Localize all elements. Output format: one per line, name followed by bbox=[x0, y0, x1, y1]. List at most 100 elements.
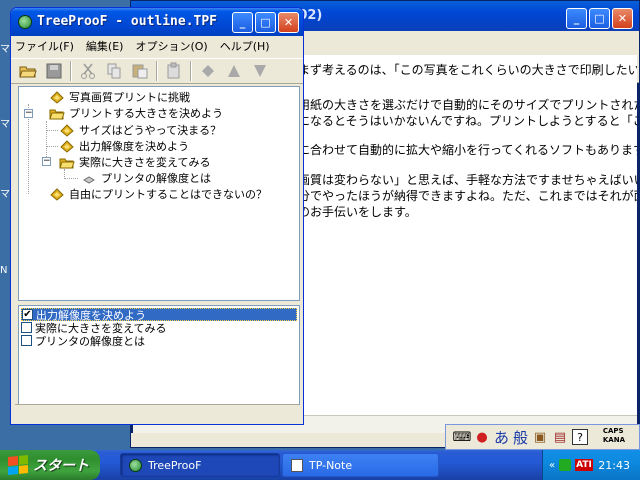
properties-button[interactable] bbox=[161, 60, 187, 82]
tree-node-label: 実際に大きさを変えてみる bbox=[79, 156, 211, 169]
collapse-toggle[interactable]: − bbox=[42, 157, 51, 166]
cut-button[interactable] bbox=[75, 60, 101, 82]
caps-label: CAPS bbox=[602, 427, 624, 435]
tree-node[interactable]: 出力解像度を決めよう bbox=[59, 138, 191, 154]
move-down-button[interactable] bbox=[247, 60, 273, 82]
windows-logo-icon bbox=[8, 454, 28, 476]
tray-app-icon[interactable] bbox=[559, 459, 572, 471]
treeproof-titlebar[interactable]: TreeProoF - outline.TPF _ □ ✕ bbox=[11, 8, 303, 36]
dictionary-icon[interactable]: ▣ bbox=[532, 429, 548, 445]
outline-tree[interactable]: − − 写真画質プリントに挑戦 プリントする大きさを決めよう サイズはどうやって… bbox=[18, 86, 300, 301]
start-label: スタート bbox=[33, 458, 89, 474]
app-icon[interactable] bbox=[18, 15, 32, 29]
editor-line: のお手伝いをします。 bbox=[298, 205, 417, 219]
close-button[interactable]: ✕ bbox=[278, 12, 299, 33]
maximize-icon: □ bbox=[260, 16, 271, 29]
folded-note-icon bbox=[60, 124, 74, 137]
check-item-label: プリンタの解像度とは bbox=[35, 334, 145, 348]
clock[interactable]: 21:43 bbox=[598, 459, 630, 472]
tree-connector bbox=[46, 146, 58, 147]
input-mode-button[interactable]: あ bbox=[494, 427, 509, 448]
ime-language-bar[interactable]: ⌨ ● あ 般 ▣ ▤ ? CAPS KANA bbox=[445, 424, 640, 450]
triangle-down-icon bbox=[254, 65, 266, 77]
checkbox[interactable]: ✔ bbox=[22, 309, 33, 320]
taskbar-button-label: TreeProoF bbox=[148, 458, 202, 472]
ime-palette-icon[interactable]: ● bbox=[474, 429, 490, 445]
caps-kana-indicator: CAPS KANA bbox=[603, 427, 625, 445]
taskbar-button-treeproof[interactable]: TreeProoF bbox=[120, 453, 280, 477]
check-list-item[interactable]: プリンタの解像度とは bbox=[21, 334, 297, 348]
minimize-button[interactable]: _ bbox=[566, 8, 587, 29]
open-folder-icon bbox=[19, 66, 37, 78]
window-title: TreeProoF - outline.TPF bbox=[37, 14, 218, 29]
toolbar-separator bbox=[190, 61, 192, 81]
tree-node[interactable]: プリントする大きさを決めよう bbox=[49, 105, 225, 121]
menu-edit[interactable]: 編集(E) bbox=[86, 38, 124, 54]
tree-node-label: サイズはどうやって決まる？ bbox=[79, 124, 222, 137]
editor-line: 画質は変わらない」と思えば、手軽な方法ですませちゃえばいい bbox=[298, 173, 637, 187]
start-button[interactable]: スタート bbox=[0, 450, 100, 480]
open-folder-icon bbox=[59, 158, 75, 169]
paste-icon bbox=[132, 64, 148, 79]
taskbar: スタート TreeProoF TP-Note « ATI 21:43 bbox=[0, 450, 640, 480]
tree-node[interactable]: 写真画質プリントに挑戦 bbox=[49, 89, 192, 105]
ati-icon[interactable]: ATI bbox=[575, 459, 593, 471]
editor-line: に合わせて自動的に拡大や縮小を行ってくれるソフトもあります bbox=[298, 143, 637, 157]
checkbox[interactable] bbox=[21, 322, 32, 333]
tree-node-label: 出力解像度を決めよう bbox=[79, 140, 189, 153]
keyboard-icon[interactable]: ⌨ bbox=[453, 429, 472, 445]
tree-node-label: プリントする大きさを決めよう bbox=[69, 107, 223, 120]
diamond-button[interactable] bbox=[195, 60, 221, 82]
editor-line: 分でやったほうが納得できますよね。ただ、これまではそれが面 bbox=[298, 189, 637, 203]
minimize-icon: _ bbox=[573, 12, 580, 25]
copy-button[interactable] bbox=[101, 60, 127, 82]
toolbar bbox=[11, 58, 303, 84]
close-button[interactable]: ✕ bbox=[612, 8, 633, 29]
system-tray: « ATI 21:43 bbox=[542, 450, 640, 480]
maximize-button[interactable]: □ bbox=[589, 8, 610, 29]
save-icon bbox=[46, 63, 62, 79]
menu-file[interactable]: ファイル(F) bbox=[15, 38, 74, 54]
open-button[interactable] bbox=[15, 60, 41, 82]
editor-line: 用紙の大きさを選ぶだけで自動的にそのサイズでプリントされた bbox=[298, 98, 637, 112]
desktop-edge-mark: マ bbox=[0, 44, 10, 55]
tree-node-label: プリンタの解像度とは bbox=[101, 172, 211, 185]
tree-node[interactable]: 実際に大きさを変えてみる bbox=[59, 154, 212, 170]
save-button[interactable] bbox=[41, 60, 67, 82]
conversion-mode-button[interactable]: 般 bbox=[513, 427, 528, 448]
triangle-up-icon bbox=[228, 65, 240, 77]
tree-node[interactable]: サイズはどうやって決まる？ bbox=[59, 122, 223, 138]
tree-node[interactable]: 自由にプリントすることはできないの？ bbox=[49, 186, 269, 202]
maximize-icon: □ bbox=[594, 12, 605, 25]
collapse-toggle[interactable]: − bbox=[24, 109, 33, 118]
menu-options[interactable]: オプション(O) bbox=[135, 38, 207, 54]
tree-node-label: 写真画質プリントに挑戦 bbox=[69, 91, 190, 104]
copy-icon bbox=[107, 63, 121, 79]
help-icon[interactable]: ? bbox=[572, 429, 589, 445]
close-icon: ✕ bbox=[283, 16, 294, 29]
menu-help[interactable]: ヘルプ(H) bbox=[220, 38, 270, 54]
tree-connector bbox=[46, 130, 58, 131]
treeproof-window[interactable]: TreeProoF - outline.TPF _ □ ✕ ファイル(F) 編集… bbox=[10, 7, 304, 425]
minimize-icon: _ bbox=[239, 16, 246, 29]
tree-node-label: 自由にプリントすることはできないの？ bbox=[69, 188, 267, 201]
taskbar-button-tp-note[interactable]: TP-Note bbox=[282, 453, 439, 477]
paste-button[interactable] bbox=[127, 60, 153, 82]
editor-line: になるとそうはいかないんですね。プリントしようとすると「この画 bbox=[298, 114, 637, 128]
checkbox[interactable] bbox=[21, 335, 32, 346]
desktop-edge-mark: マ bbox=[0, 119, 10, 130]
move-up-button[interactable] bbox=[221, 60, 247, 82]
diamond-icon bbox=[202, 65, 214, 77]
close-icon: ✕ bbox=[617, 12, 628, 25]
toolbar-separator bbox=[70, 61, 72, 81]
check-list[interactable]: ✔ 出力解像度を決めよう 実際に大きさを変えてみる プリンタの解像度とは bbox=[18, 305, 300, 405]
tree-node[interactable]: プリンタの解像度とは bbox=[81, 170, 213, 186]
statusbar bbox=[15, 404, 299, 420]
taskbar-button-label: TP-Note bbox=[309, 458, 353, 472]
minimize-button[interactable]: _ bbox=[232, 12, 253, 33]
maximize-button[interactable]: □ bbox=[255, 12, 276, 33]
tool-icon[interactable]: ▤ bbox=[552, 429, 568, 445]
leaf-note-icon bbox=[83, 176, 95, 184]
tray-arrow-icon[interactable]: « bbox=[549, 460, 555, 471]
app-icon bbox=[129, 458, 142, 472]
